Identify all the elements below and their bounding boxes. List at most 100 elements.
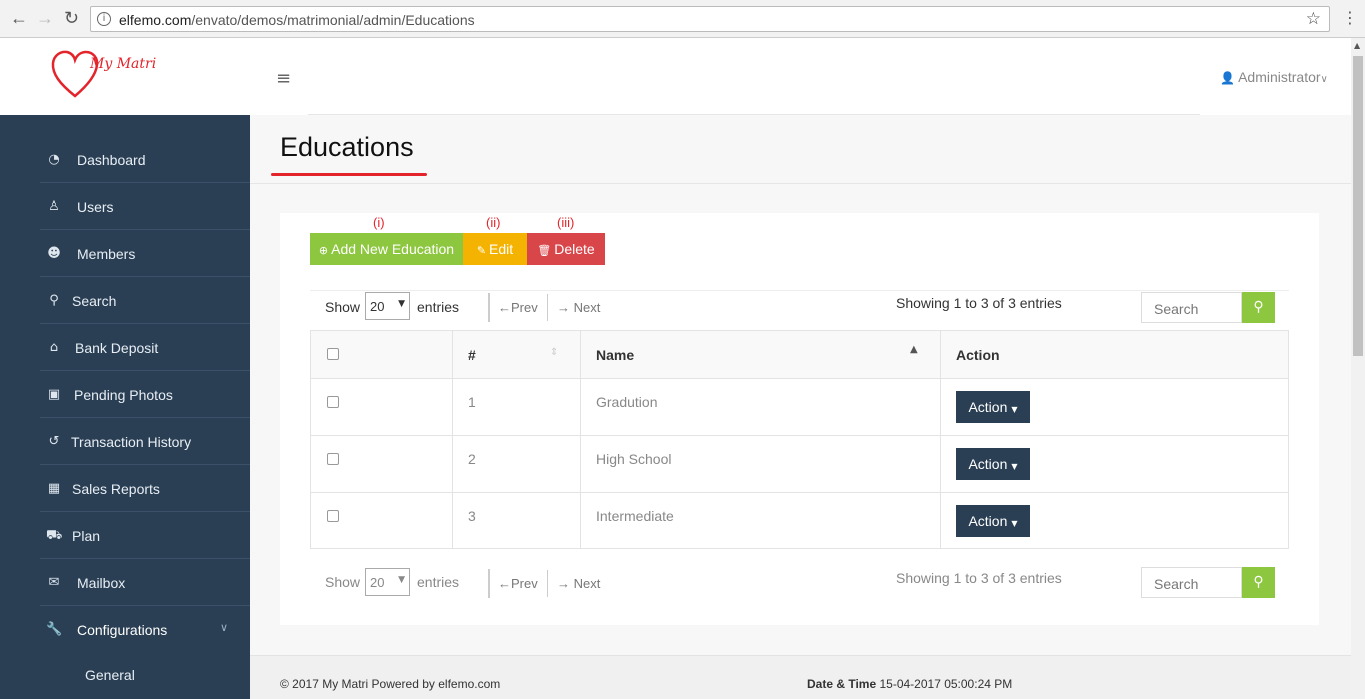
arrow-right-icon[interactable]: → — [36, 8, 54, 29]
entries-label-bottom: entries — [417, 574, 460, 590]
user-menu[interactable]: 👤 Administrator∨ — [1220, 69, 1328, 85]
history-icon: ↺ — [48, 434, 60, 449]
browser-menu-icon[interactable]: ⋮ — [1342, 8, 1358, 27]
trash-icon: 🗑 — [537, 244, 552, 257]
hamburger-menu-icon[interactable]: ≡ — [276, 68, 291, 89]
row-checkbox[interactable] — [327, 510, 339, 522]
page-title: Educations — [280, 132, 414, 162]
sidebar-item-plan[interactable]: ⛟ Plan — [40, 512, 262, 559]
search-icon: ⚲ — [1253, 574, 1264, 590]
column-header-name: Name — [596, 347, 635, 363]
header-cell-num[interactable]: # ⇕ — [452, 331, 580, 378]
action-dropdown-button[interactable]: Action ▼ — [956, 448, 1030, 480]
pager-separator — [547, 570, 548, 597]
cell-name: High School — [580, 436, 940, 492]
edit-button-label: Edit — [489, 241, 514, 257]
sidebar-item-users[interactable]: ♙ Users — [40, 183, 262, 230]
search-input[interactable]: Search — [1141, 292, 1242, 323]
edit-button[interactable]: ✎ Edit — [463, 233, 527, 265]
delete-button[interactable]: 🗑 Delete — [527, 233, 605, 265]
next-button[interactable]: → Next — [557, 300, 600, 315]
search-button[interactable]: ⚲ — [1242, 292, 1275, 323]
header-cell-action: Action — [940, 331, 1288, 378]
chevron-down-icon: ∨ — [1320, 74, 1328, 85]
row-checkbox[interactable] — [327, 453, 339, 465]
caret-down-icon: ▼ — [398, 575, 405, 585]
select-all-checkbox[interactable] — [327, 348, 339, 360]
page-size-select[interactable]: 20 ▼ — [365, 292, 410, 320]
add-new-education-button[interactable]: ⊕ Add New Education — [310, 233, 463, 265]
delete-button-label: Delete — [554, 241, 595, 257]
row-num: 2 — [468, 451, 476, 467]
add-button-label: Add New Education — [331, 241, 455, 257]
page-scrollbar[interactable]: ▲ — [1351, 38, 1365, 699]
sidebar-item-bank-deposit[interactable]: ⌂ Bank Deposit — [40, 324, 262, 371]
sidebar-item-sales-reports[interactable]: ▦ Sales Reports — [40, 465, 262, 512]
main-content: Educations (i) (ii) (iii) ⊕ Add New Educa… — [250, 115, 1351, 699]
sidebar-item-label: Transaction History — [71, 434, 192, 450]
row-num: 1 — [468, 394, 476, 410]
image-icon: ▣ — [47, 387, 61, 402]
annotation-ii: (ii) — [486, 215, 501, 230]
user-icon: 👤 — [1220, 71, 1235, 85]
members-icon: ☻ — [47, 246, 61, 261]
page-size-select-bottom[interactable]: 20 ▼ — [365, 568, 410, 596]
cell-num: 1 — [452, 379, 580, 435]
controls-divider — [310, 290, 1289, 291]
caret-down-icon: ▼ — [398, 299, 405, 309]
sidebar-item-label: Sales Reports — [72, 481, 160, 497]
sidebar-item-pending-photos[interactable]: ▣ Pending Photos — [40, 371, 262, 418]
sidebar-item-label: Bank Deposit — [75, 340, 159, 356]
bank-icon: ⌂ — [49, 340, 59, 355]
search-input-bottom[interactable]: Search — [1141, 567, 1242, 598]
sidebar-subitem-general[interactable]: General — [85, 667, 135, 683]
url-text[interactable]: elfemo.com/envato/demos/matrimonial/admi… — [119, 12, 475, 28]
sidebar: ◔ Dashboard ♙ Users ☻ Members ⚲ Search ⌂… — [0, 115, 262, 699]
sidebar-item-transaction-history[interactable]: ↺ Transaction History — [40, 418, 262, 465]
search-button-bottom[interactable]: ⚲ — [1242, 567, 1275, 598]
sidebar-item-members[interactable]: ☻ Members — [40, 230, 262, 277]
header-cell-name[interactable]: Name ▲ — [580, 331, 940, 378]
sidebar-item-label: Search — [72, 293, 117, 309]
bookmark-star-icon[interactable]: ☆ — [1306, 9, 1321, 29]
row-name: Gradution — [596, 394, 658, 410]
annotation-iii: (iii) — [557, 215, 575, 230]
title-area: Educations — [250, 115, 1351, 184]
table-header-row: # ⇕ Name ▲ Action — [311, 331, 1288, 378]
cart-icon: ⛟ — [46, 528, 63, 543]
sidebar-item-search[interactable]: ⚲ Search — [40, 277, 262, 324]
sidebar-item-mailbox[interactable]: ✉ Mailbox — [40, 559, 262, 606]
scrollbar-thumb[interactable] — [1353, 56, 1363, 356]
prev-button[interactable]: ←Prev — [498, 300, 538, 315]
sidebar-item-dashboard[interactable]: ◔ Dashboard — [40, 136, 262, 183]
row-num: 3 — [468, 508, 476, 524]
show-label-bottom: Show — [325, 574, 361, 590]
reload-icon[interactable]: ↻ — [64, 8, 79, 29]
search-placeholder: Search — [1154, 576, 1199, 592]
page-size-value: 20 — [370, 299, 385, 314]
cell-name: Intermediate — [580, 493, 940, 549]
address-bar[interactable]: i elfemo.com/envato/demos/matrimonial/ad… — [90, 6, 1330, 32]
next-button[interactable]: → Next — [557, 576, 600, 591]
prev-button[interactable]: ←Prev — [498, 576, 538, 591]
arrow-left-icon[interactable]: ← — [10, 8, 28, 29]
pager-separator — [547, 294, 548, 321]
showing-info: Showing 1 to 3 of 3 entries — [896, 295, 1062, 311]
info-icon[interactable]: i — [97, 12, 111, 26]
scroll-up-icon[interactable]: ▲ — [1354, 41, 1360, 50]
cell-name: Gradution — [580, 379, 940, 435]
action-dropdown-button[interactable]: Action ▼ — [956, 505, 1030, 537]
row-checkbox[interactable] — [327, 396, 339, 408]
action-label: Action — [968, 513, 1008, 529]
datetime-value: 15-04-2017 05:00:24 PM — [879, 677, 1013, 691]
sidebar-item-label: Configurations — [77, 622, 168, 638]
footer-datetime: Date & Time 15-04-2017 05:00:24 PM — [807, 677, 1012, 691]
sidebar-item-label: Dashboard — [77, 152, 146, 168]
sort-both-icon: ⇕ — [550, 347, 559, 358]
sidebar-item-configurations[interactable]: 🔧 Configurations ∨ — [40, 606, 262, 653]
search-placeholder: Search — [1154, 301, 1199, 317]
action-dropdown-button[interactable]: Action ▼ — [956, 391, 1030, 423]
sidebar-item-label: Users — [77, 199, 114, 215]
pagination: ←Prev → Next — [488, 293, 600, 322]
title-underline — [271, 173, 427, 176]
